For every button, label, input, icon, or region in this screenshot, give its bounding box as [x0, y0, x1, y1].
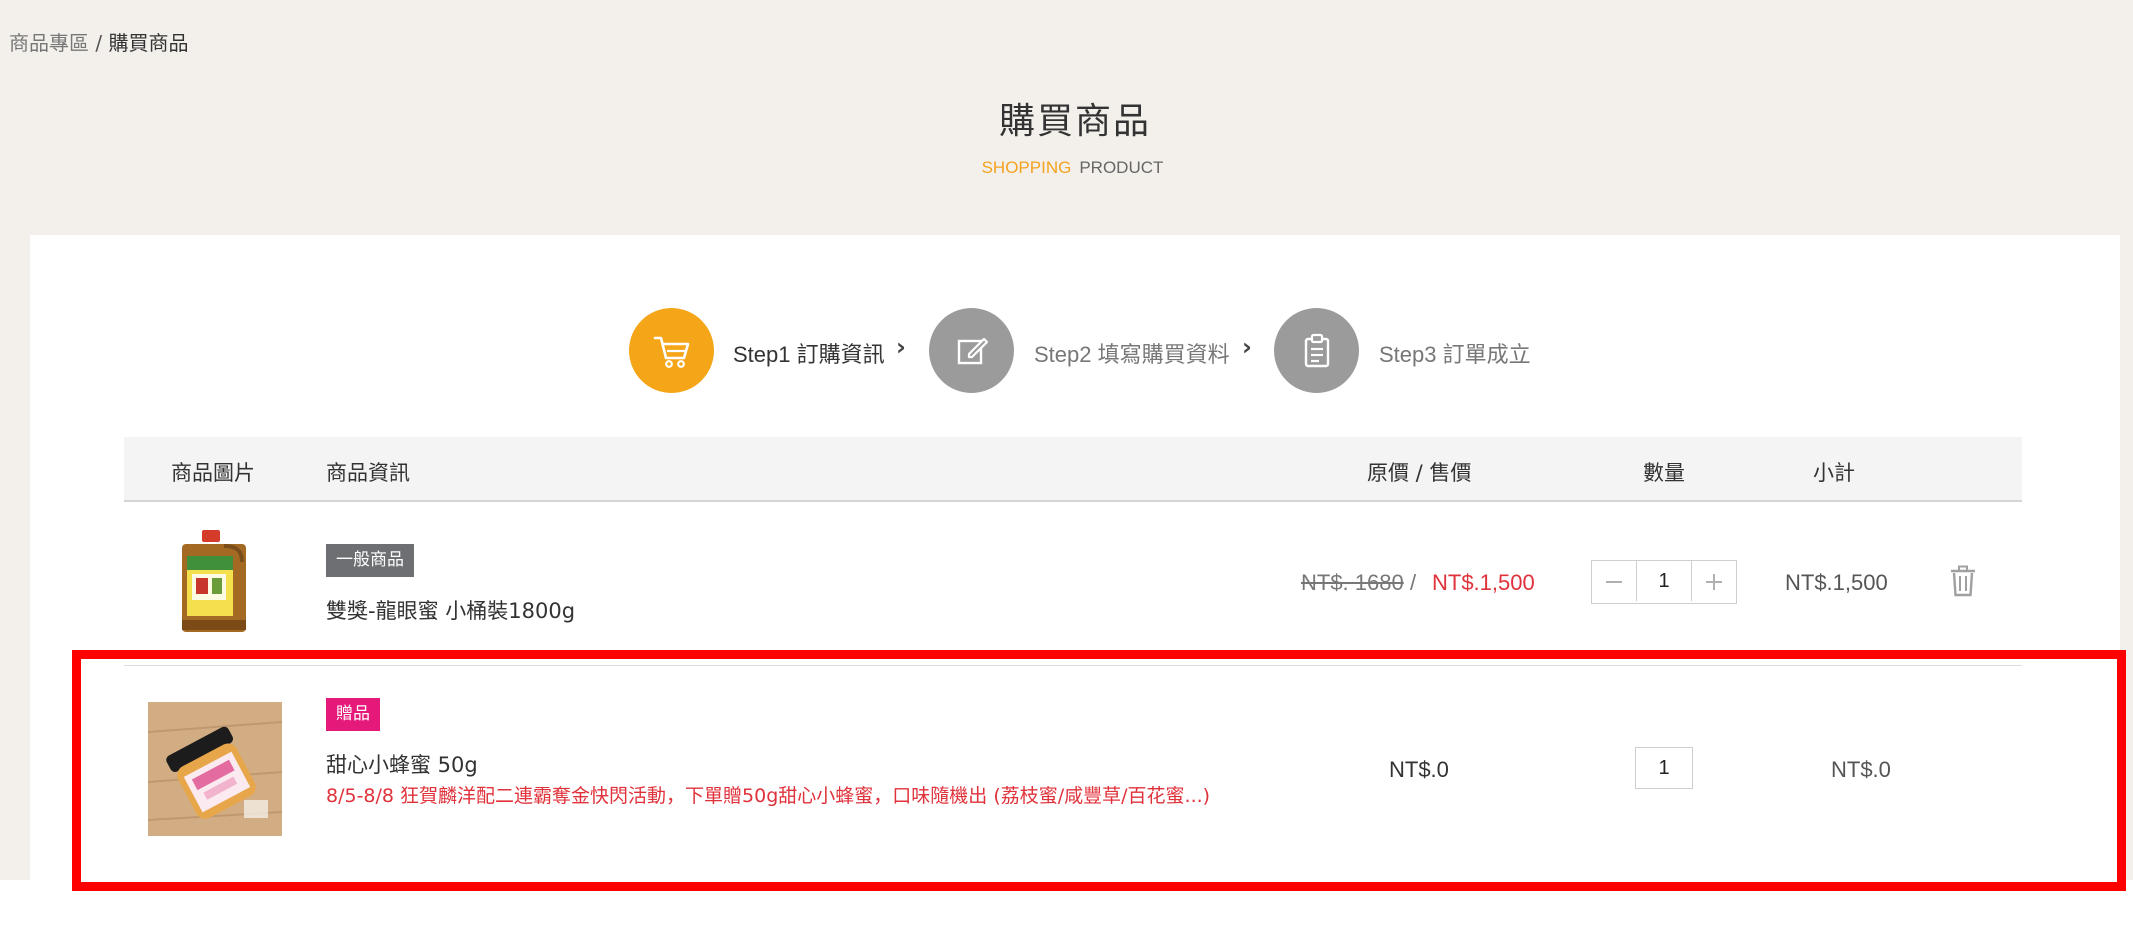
header-qty: 數量	[1643, 461, 1685, 485]
quantity-stepper	[1591, 560, 1737, 604]
trash-icon[interactable]	[1949, 565, 1977, 601]
edit-icon	[957, 337, 988, 364]
breadcrumb: 商品專區 / 購買商品	[9, 27, 188, 56]
header-price: 原價 / 售價	[1367, 461, 1472, 485]
page-subtitle-rest: PRODUCT	[1079, 158, 1164, 177]
header-image: 商品圖片	[171, 461, 255, 485]
cart-icon	[653, 336, 689, 368]
step1-label: Step1 訂購資訊	[733, 342, 885, 367]
breadcrumb-link-products[interactable]: 商品專區	[9, 31, 89, 55]
page-title: 購買商品	[998, 101, 1151, 142]
clipboard-icon	[1304, 333, 1329, 367]
quantity-increase-button[interactable]	[1692, 561, 1736, 603]
product-tag-gift: 贈品	[326, 698, 380, 731]
step3-label: Step3 訂單成立	[1379, 342, 1531, 367]
step2-label: Step2 填寫購買資料	[1034, 342, 1230, 367]
row-subtotal: NT$.1,500	[1785, 570, 1888, 595]
plus-icon	[1706, 574, 1722, 590]
original-price: NT$. 1680	[1301, 570, 1404, 595]
product-name[interactable]: 雙獎-龍眼蜜 小桶裝1800g	[326, 595, 575, 625]
header-info: 商品資訊	[326, 461, 410, 485]
honey-bucket-thumbnail[interactable]	[178, 530, 254, 640]
step2-circle	[929, 308, 1014, 393]
step-arrow-1: ›	[896, 333, 906, 361]
price-separator: /	[1410, 570, 1417, 595]
breadcrumb-current: 購買商品	[108, 31, 189, 55]
breadcrumb-separator: /	[89, 31, 109, 55]
quantity-input[interactable]	[1635, 747, 1693, 789]
row-divider	[124, 665, 2022, 666]
quantity-decrease-button[interactable]	[1592, 561, 1636, 603]
sale-price: NT$.1,500	[1432, 570, 1535, 595]
promo-text: 8/5-8/8 狂賀麟洋配二連霸奪金快閃活動，下單贈50g甜心小蜂蜜，口味隨機出…	[326, 785, 1211, 807]
header-subtotal: 小計	[1813, 461, 1855, 485]
honey-jar-thumbnail[interactable]	[147, 702, 283, 840]
product-name[interactable]: 甜心小蜂蜜 50g	[326, 749, 478, 779]
minus-icon	[1606, 581, 1622, 583]
page-subtitle: SHOPPING PRODUCT	[0, 158, 2133, 178]
step-arrow-2: ›	[1242, 333, 1252, 361]
step3-circle	[1274, 308, 1359, 393]
quantity-input[interactable]	[1636, 561, 1692, 601]
product-tag-general: 一般商品	[326, 544, 414, 577]
cart-table-header: 商品圖片 商品資訊 原價 / 售價 數量 小計	[124, 437, 2022, 502]
page-subtitle-highlight: SHOPPING	[981, 158, 1072, 177]
row-subtotal: NT$.0	[1831, 757, 1891, 782]
step1-circle	[629, 308, 714, 393]
gift-price: NT$.0	[1389, 757, 1449, 782]
